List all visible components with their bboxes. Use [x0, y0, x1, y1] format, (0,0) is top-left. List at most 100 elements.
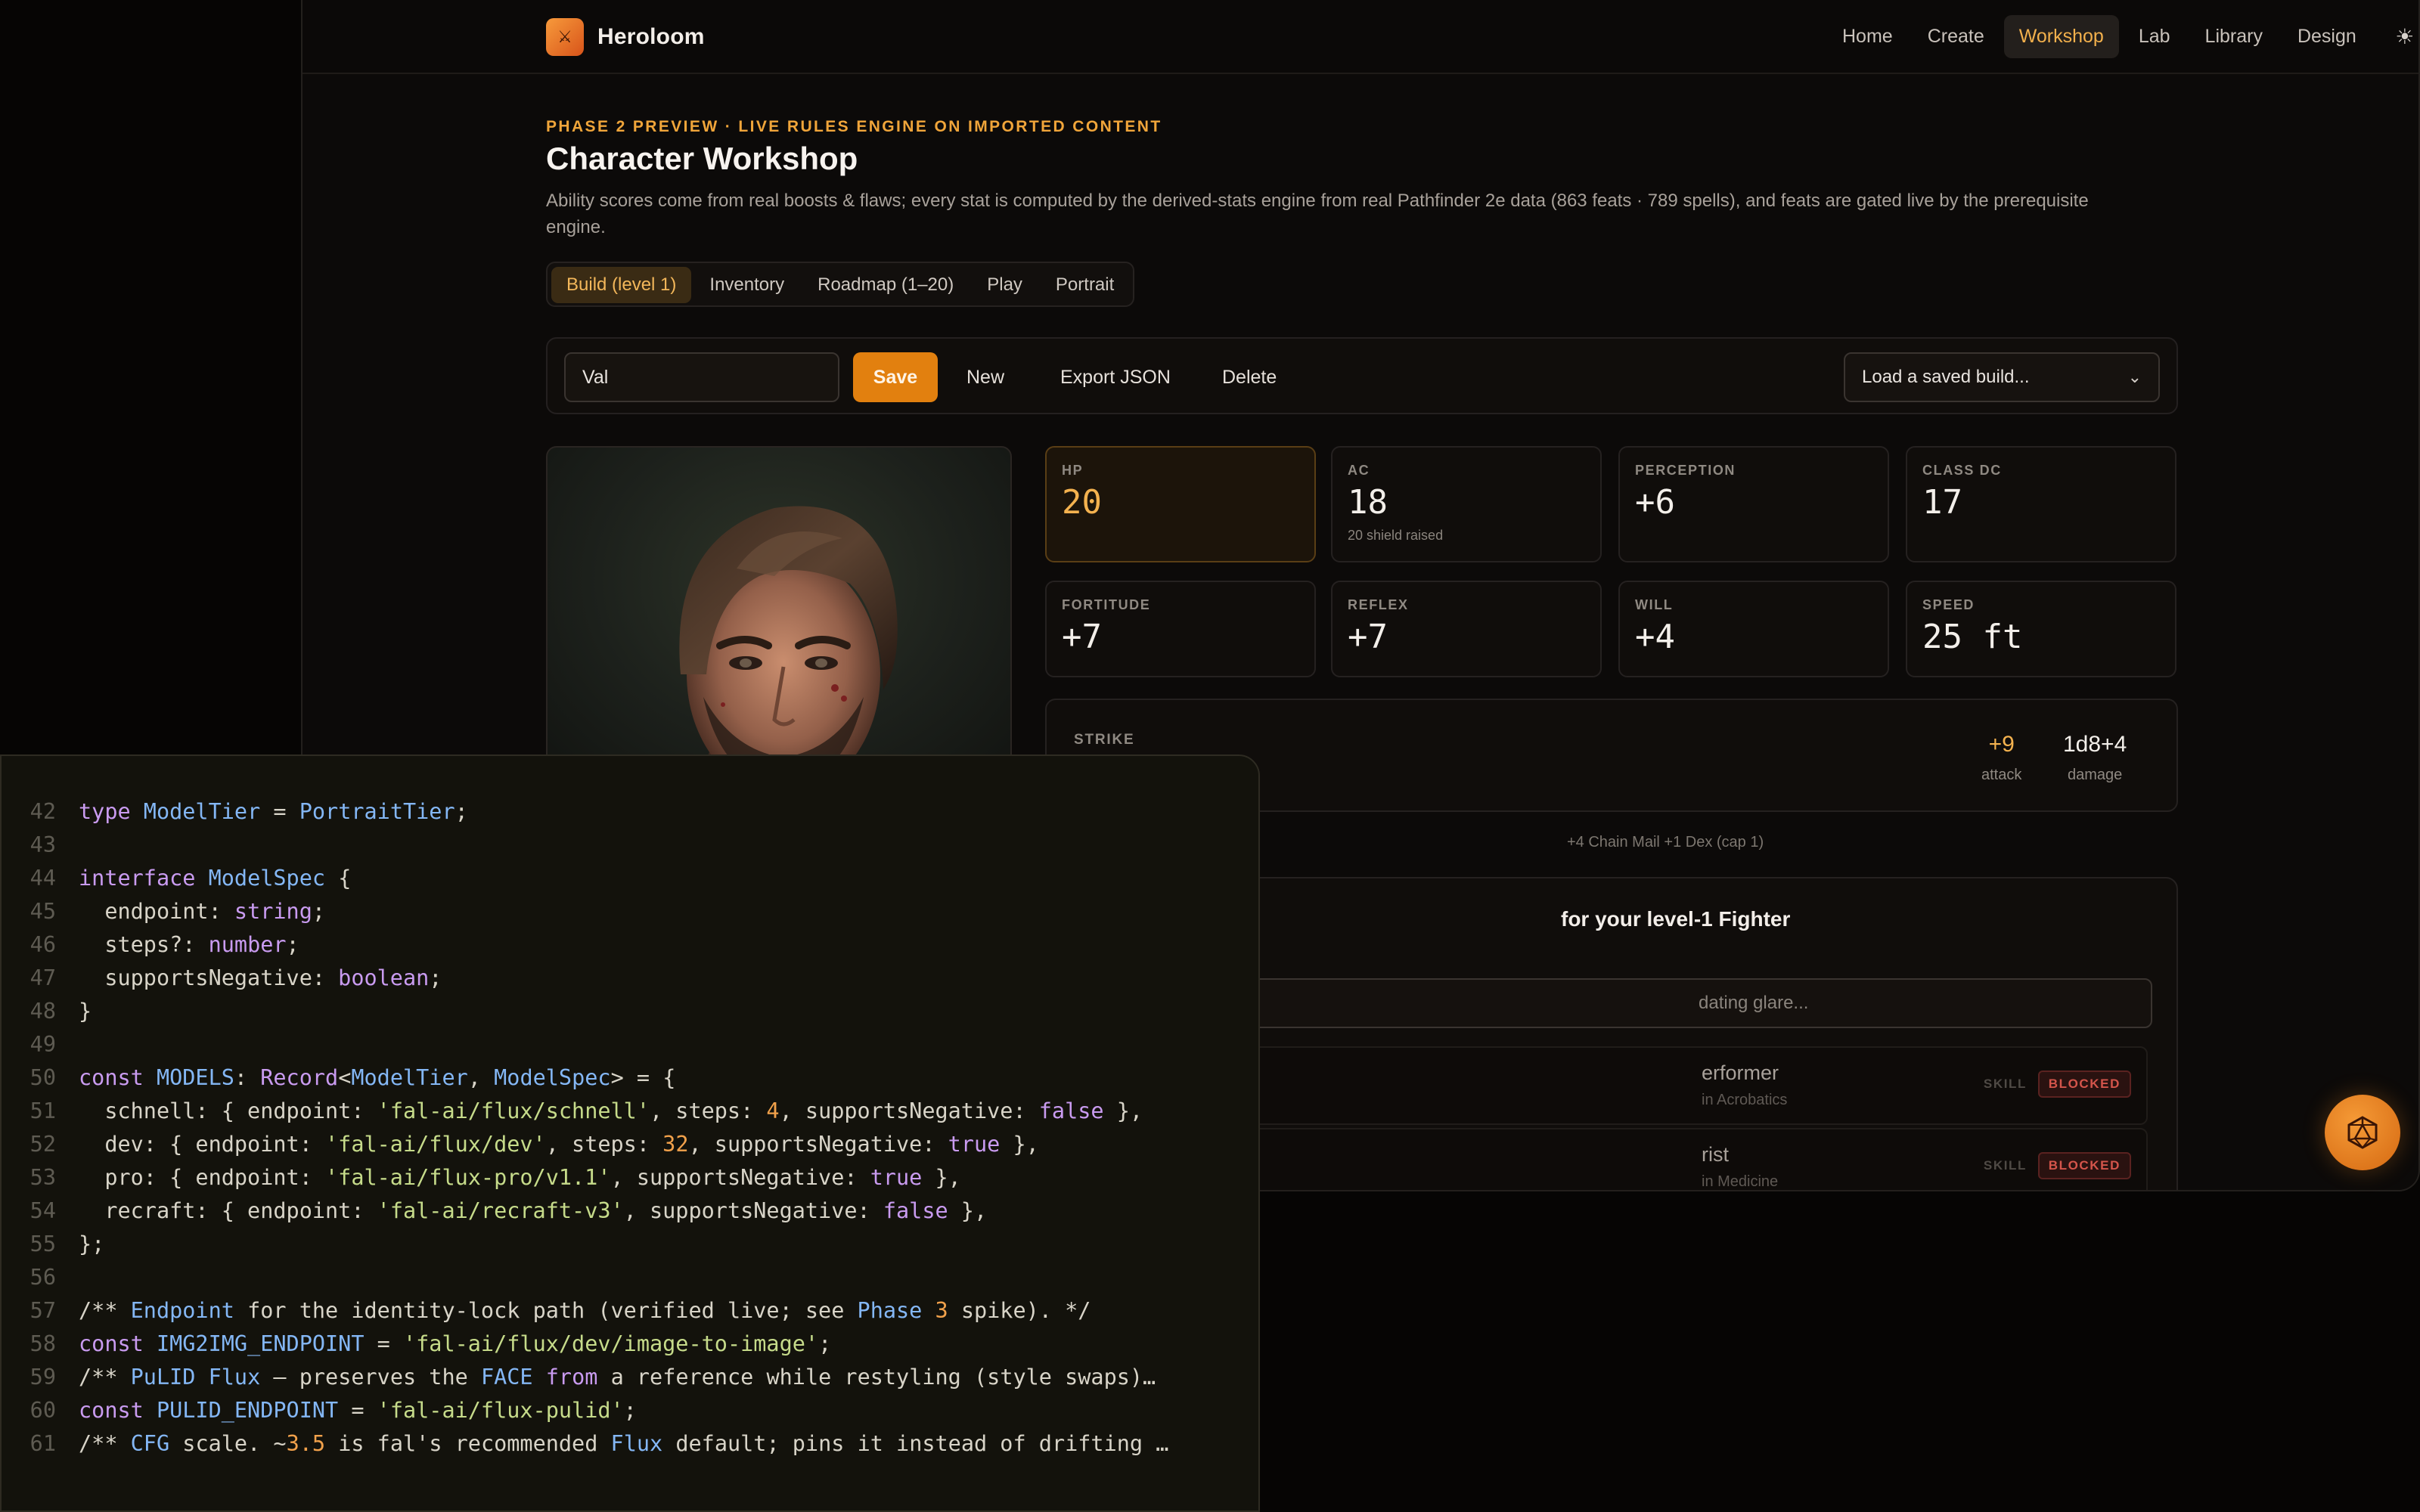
nav-links: Home Create Workshop Lab Library Design …: [1827, 15, 2418, 58]
stat-label: FORTITUDE: [1062, 597, 1151, 612]
code-token: > = {: [610, 1065, 676, 1090]
code-token: , supportsNegative:: [688, 1132, 948, 1157]
code-token: pro: { endpoint:: [79, 1165, 326, 1190]
nav-link-home[interactable]: Home: [1827, 15, 1908, 58]
nav-link-create[interactable]: Create: [1913, 15, 2000, 58]
code-token: };: [79, 1232, 105, 1256]
sun-icon[interactable]: ☀: [2384, 16, 2418, 58]
code-line: 42 type ModelTier = PortraitTier;: [2, 795, 1258, 829]
tab-portrait[interactable]: Portrait: [1041, 267, 1129, 303]
code-token: Record: [260, 1065, 339, 1090]
code-token: is fal's recommended: [325, 1431, 611, 1456]
blocked-badge: BLOCKED: [2037, 1152, 2131, 1179]
nav-link-library[interactable]: Library: [2190, 15, 2278, 58]
line-number: 55: [29, 1232, 56, 1256]
code-token: ModelSpec: [494, 1065, 611, 1090]
code-line: 51 schnell: { endpoint: 'fal-ai/flux/sch…: [2, 1095, 1258, 1128]
page-title: Character Workshop: [546, 141, 858, 176]
line-number: 46: [29, 932, 56, 957]
feat-type: SKILL: [1983, 1077, 2027, 1091]
feat-row[interactable]: rist in Medicine SKILL BLOCKED: [1198, 1128, 2148, 1190]
code-token: =: [260, 799, 299, 824]
export-json-button[interactable]: Export JSON: [1060, 352, 1171, 402]
strike-attack-caption: attack: [1981, 767, 2022, 783]
code-token: },: [1103, 1098, 1143, 1123]
stat-card-fortitude: FORTITUDE +7: [1045, 581, 1316, 677]
feat-name: rist: [1702, 1143, 1729, 1166]
code-token: spike). */: [948, 1298, 1091, 1323]
stat-value: +7: [1348, 618, 1388, 656]
line-number: 53: [29, 1165, 56, 1190]
character-portrait[interactable]: [546, 446, 1012, 779]
code-line: 58 const IMG2IMG_ENDPOINT = 'fal-ai/flux/…: [2, 1328, 1258, 1361]
line-number: 47: [29, 965, 56, 990]
stat-value: 18: [1348, 483, 1388, 522]
stat-card-will: WILL +4: [1618, 581, 1889, 677]
stat-value: +7: [1062, 618, 1102, 656]
feat-row[interactable]: erformer in Acrobatics SKILL BLOCKED: [1198, 1046, 2148, 1125]
stat-value: +4: [1635, 618, 1675, 656]
code-line: 54 recraft: { endpoint: 'fal-ai/recraft-…: [2, 1194, 1258, 1228]
line-number: 57: [29, 1298, 56, 1323]
nav-link-lab[interactable]: Lab: [2124, 15, 2186, 58]
ac-breakdown-note: +4 Chain Mail +1 Dex (cap 1): [1567, 834, 1764, 850]
tab-inventory[interactable]: Inventory: [694, 267, 799, 303]
code-line: 50 const MODELS: Record<ModelTier, ModelS…: [2, 1061, 1258, 1095]
stat-card-reflex: REFLEX +7: [1331, 581, 1602, 677]
code-token: ;: [455, 799, 468, 824]
code-token: const: [79, 1331, 157, 1356]
line-number: 54: [29, 1198, 56, 1223]
code-lines: 42 type ModelTier = PortraitTier; 43 44 inte…: [2, 795, 1258, 1461]
line-number: 56: [29, 1265, 56, 1290]
stat-label: HP: [1062, 463, 1084, 478]
code-token: , supportsNegative:: [623, 1198, 883, 1223]
code-token: Phase: [857, 1298, 923, 1323]
line-number: 58: [29, 1331, 56, 1356]
code-token: =: [338, 1398, 377, 1423]
code-token: ModelTier: [143, 799, 261, 824]
line-number: 59: [29, 1365, 56, 1390]
strike-damage-value: 1d8+4: [2063, 732, 2127, 757]
load-build-select[interactable]: Load a saved build... ⌄: [1844, 352, 2160, 402]
stat-label: PERCEPTION: [1635, 463, 1736, 478]
code-token: 3: [935, 1298, 948, 1323]
new-button[interactable]: New: [966, 352, 1004, 402]
code-token: /**: [79, 1431, 131, 1456]
stat-value: 17: [1922, 483, 1962, 522]
code-token: /**: [79, 1365, 131, 1390]
code-token: },: [948, 1198, 988, 1223]
tab-build[interactable]: Build (level 1): [551, 267, 692, 303]
code-token: },: [922, 1165, 961, 1190]
brand[interactable]: ⚔ Heroloom: [546, 18, 705, 56]
code-line: 49: [2, 1028, 1258, 1061]
code-token: Endpoint: [130, 1298, 234, 1323]
code-token: const: [79, 1065, 157, 1090]
code-token: PortraitTier: [299, 799, 455, 824]
code-token: 'fal-ai/flux/schnell': [377, 1098, 650, 1123]
code-line: 60 const PULID_ENDPOINT = 'fal-ai/flux-pu…: [2, 1394, 1258, 1427]
tab-roadmap[interactable]: Roadmap (1–20): [802, 267, 969, 303]
nav-link-workshop[interactable]: Workshop: [2003, 15, 2119, 58]
dice-roll-button[interactable]: [2325, 1095, 2400, 1170]
character-name-input[interactable]: [564, 352, 839, 402]
nav-link-design[interactable]: Design: [2282, 15, 2372, 58]
strike-attack-value: +9: [1988, 732, 2015, 757]
code-token: endpoint:: [79, 899, 234, 924]
feat-name: erformer: [1702, 1061, 1779, 1084]
code-token: false: [883, 1198, 948, 1223]
line-number: 50: [29, 1065, 56, 1090]
code-token: ModelTier: [351, 1065, 468, 1090]
save-button[interactable]: Save: [853, 352, 938, 402]
portrait-illustration: [679, 506, 898, 777]
code-token: PuLID: [130, 1365, 196, 1390]
code-token: steps?:: [79, 932, 209, 957]
feat-requirement: in Medicine: [1702, 1173, 1779, 1190]
code-token: interface: [79, 866, 209, 891]
tab-play[interactable]: Play: [972, 267, 1038, 303]
top-nav: ⚔ Heroloom Home Create Workshop Lab Libr…: [302, 0, 2418, 74]
stat-card-class-dc: CLASS DC 17: [1906, 446, 2176, 562]
feat-search-input[interactable]: [1198, 978, 2152, 1028]
code-token: CFG: [130, 1431, 170, 1456]
strike-label: STRIKE: [1074, 732, 1135, 748]
delete-button[interactable]: Delete: [1222, 352, 1277, 402]
